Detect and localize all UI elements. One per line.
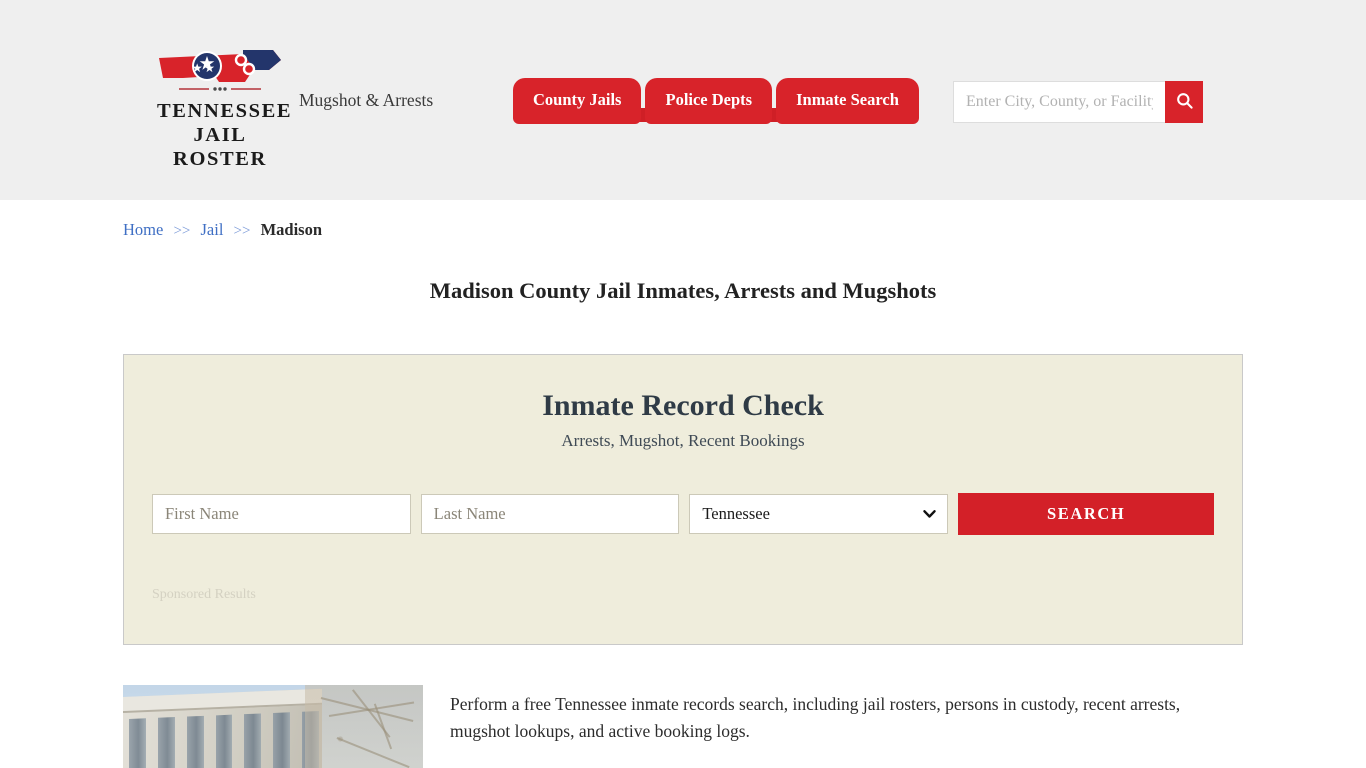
sponsored-results-label: Sponsored Results <box>152 586 256 602</box>
article-text: Perform a free Tennessee inmate records … <box>450 685 1195 768</box>
header-inner: TENNESSEE JAIL ROSTER Mugshot & Arrests … <box>123 0 1243 200</box>
site-logo[interactable]: TENNESSEE JAIL ROSTER <box>157 48 293 171</box>
state-select[interactable]: Tennessee <box>689 493 949 534</box>
search-icon <box>1175 91 1194 113</box>
breadcrumb: Home >> Jail >> Madison <box>123 200 1243 240</box>
header-search <box>953 81 1203 123</box>
search-button[interactable]: SEARCH <box>958 492 1214 535</box>
article-paragraph-1: Perform a free Tennessee inmate records … <box>450 694 1181 742</box>
breadcrumb-separator-1: >> <box>173 223 191 239</box>
tennessee-state-icon <box>157 48 283 94</box>
breadcrumb-home[interactable]: Home <box>123 220 163 239</box>
breadcrumb-current: Madison <box>260 220 323 239</box>
panel-subtitle: Arrests, Mugshot, Recent Bookings <box>561 430 805 450</box>
logo-line-1: TENNESSEE <box>157 100 293 122</box>
logo-line-2: JAIL ROSTER <box>173 124 267 170</box>
page-title: Madison County Jail Inmates, Arrests and… <box>429 278 937 303</box>
panel-title: Inmate Record Check <box>542 389 824 422</box>
photo-columns <box>129 711 320 768</box>
nav-item-inmate-search[interactable]: Inmate Search <box>776 78 919 124</box>
last-name-input[interactable] <box>420 493 680 534</box>
breadcrumb-separator-2: >> <box>233 223 251 239</box>
main-nav: County Jails Police Depts Inmate Search <box>513 78 919 124</box>
site-tagline: Mugshot & Arrests <box>299 90 434 110</box>
logo-wordmark: TENNESSEE JAIL ROSTER <box>157 99 293 171</box>
header-search-input[interactable] <box>953 81 1165 123</box>
inmate-search-form: Tennessee SEARCH <box>152 492 1214 535</box>
state-select-wrap: Tennessee <box>689 493 949 534</box>
header-search-button[interactable] <box>1165 81 1203 123</box>
article-section: Perform a free Tennessee inmate records … <box>123 685 1243 768</box>
courthouse-photo <box>123 685 423 768</box>
main-content: Home >> Jail >> Madison Madison County J… <box>123 200 1243 768</box>
first-name-input[interactable] <box>152 493 411 534</box>
site-header: TENNESSEE JAIL ROSTER Mugshot & Arrests … <box>0 0 1366 200</box>
breadcrumb-jail[interactable]: Jail <box>201 220 224 239</box>
nav-item-county-jails[interactable]: County Jails <box>513 78 642 124</box>
inmate-record-check-panel: Inmate Record Check Arrests, Mugshot, Re… <box>123 354 1243 645</box>
nav-item-police-depts[interactable]: Police Depts <box>645 78 773 124</box>
